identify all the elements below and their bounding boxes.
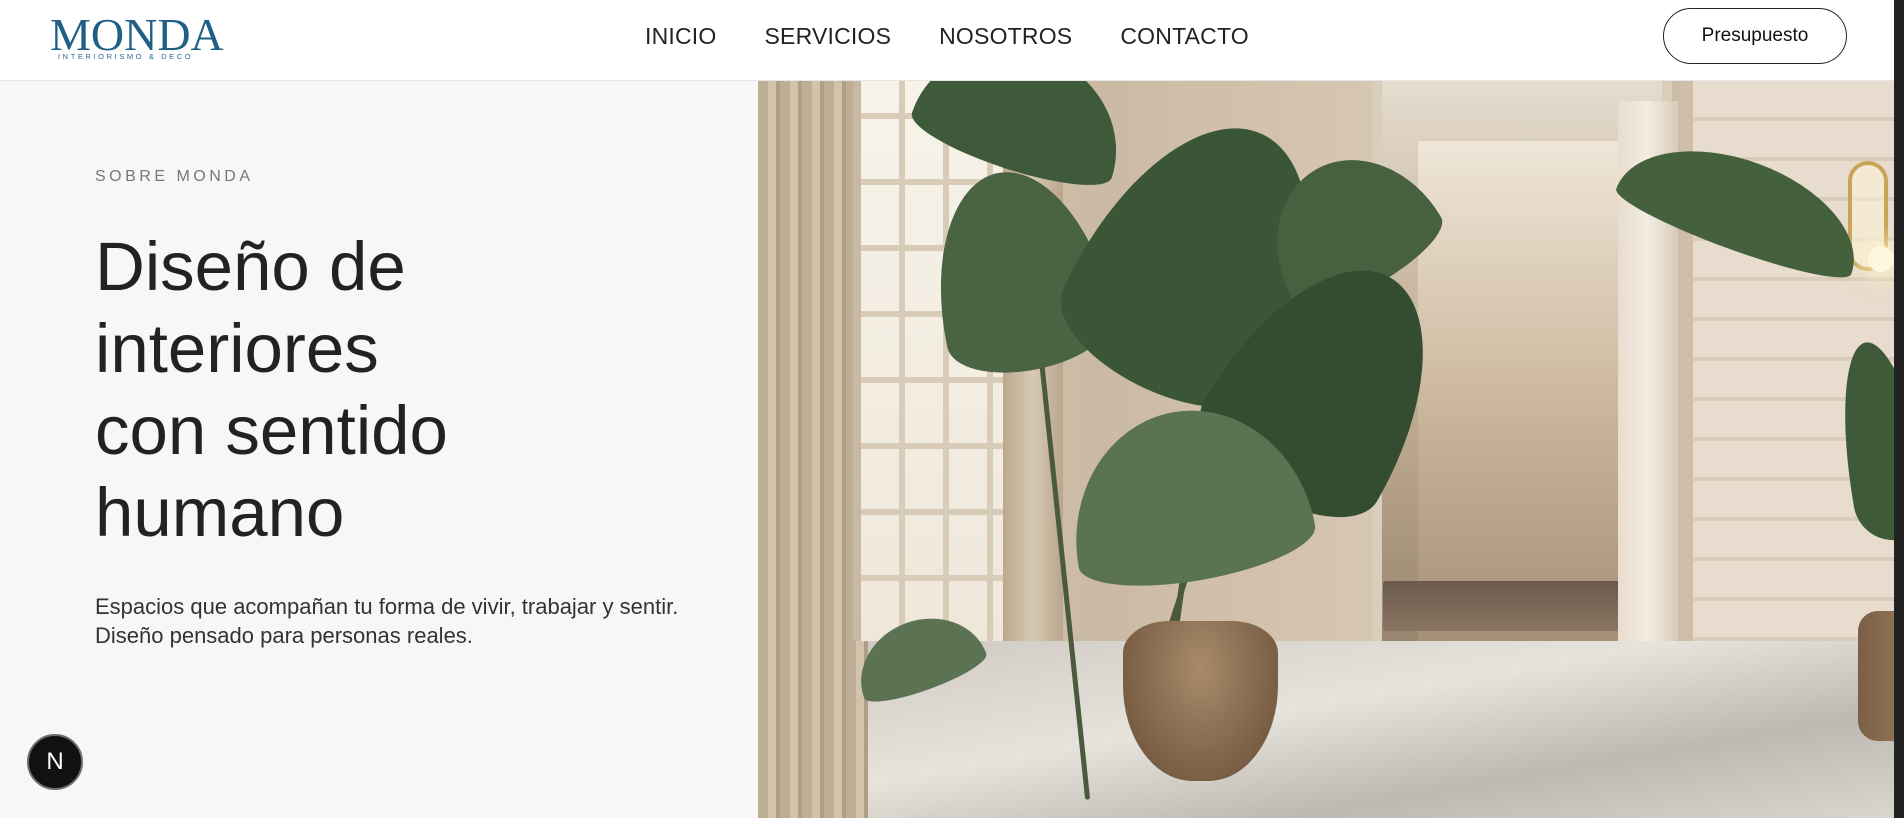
photo-rug <box>1383 581 1623 631</box>
nav-link-contacto[interactable]: CONTACTO <box>1120 22 1249 50</box>
photo-corridor <box>1418 141 1628 641</box>
nav-link-inicio[interactable]: INICIO <box>645 22 716 50</box>
headline-line-1: Diseño de <box>95 228 406 305</box>
page-title: Diseño de interiores con sentido humano <box>95 226 655 554</box>
photo-column <box>758 81 868 818</box>
about-section: SOBRE MONDA Diseño de interiores con sen… <box>0 81 758 818</box>
logo-tagline: INTERIORISMO & DECO <box>58 52 194 61</box>
headline-line-2: interiores <box>95 310 379 387</box>
window-edge <box>1894 0 1904 818</box>
nextjs-dev-badge[interactable]: N <box>27 734 83 790</box>
photo-lamp-light <box>1868 246 1894 272</box>
main-nav: INICIO SERVICIOS NOSOTROS CONTACTO <box>645 22 1297 50</box>
nav-link-servicios[interactable]: SERVICIOS <box>764 22 891 50</box>
interior-photo <box>758 81 1894 818</box>
brand-logo[interactable]: MONDA INTERIORISMO & DECO <box>50 8 230 66</box>
section-eyebrow: SOBRE MONDA <box>95 168 254 185</box>
photo-marble-floor <box>868 641 1894 818</box>
headline-line-3: con sentido <box>95 392 448 469</box>
site-header: MONDA INTERIORISMO & DECO INICIO SERVICI… <box>0 0 1904 81</box>
nav-link-nosotros[interactable]: NOSOTROS <box>939 22 1072 50</box>
section-description: Espacios que acompañan tu forma de vivir… <box>95 594 679 648</box>
presupuesto-button[interactable]: Presupuesto <box>1663 8 1847 64</box>
headline-line-4: humano <box>95 474 345 551</box>
photo-plant-pot-right <box>1858 611 1894 741</box>
